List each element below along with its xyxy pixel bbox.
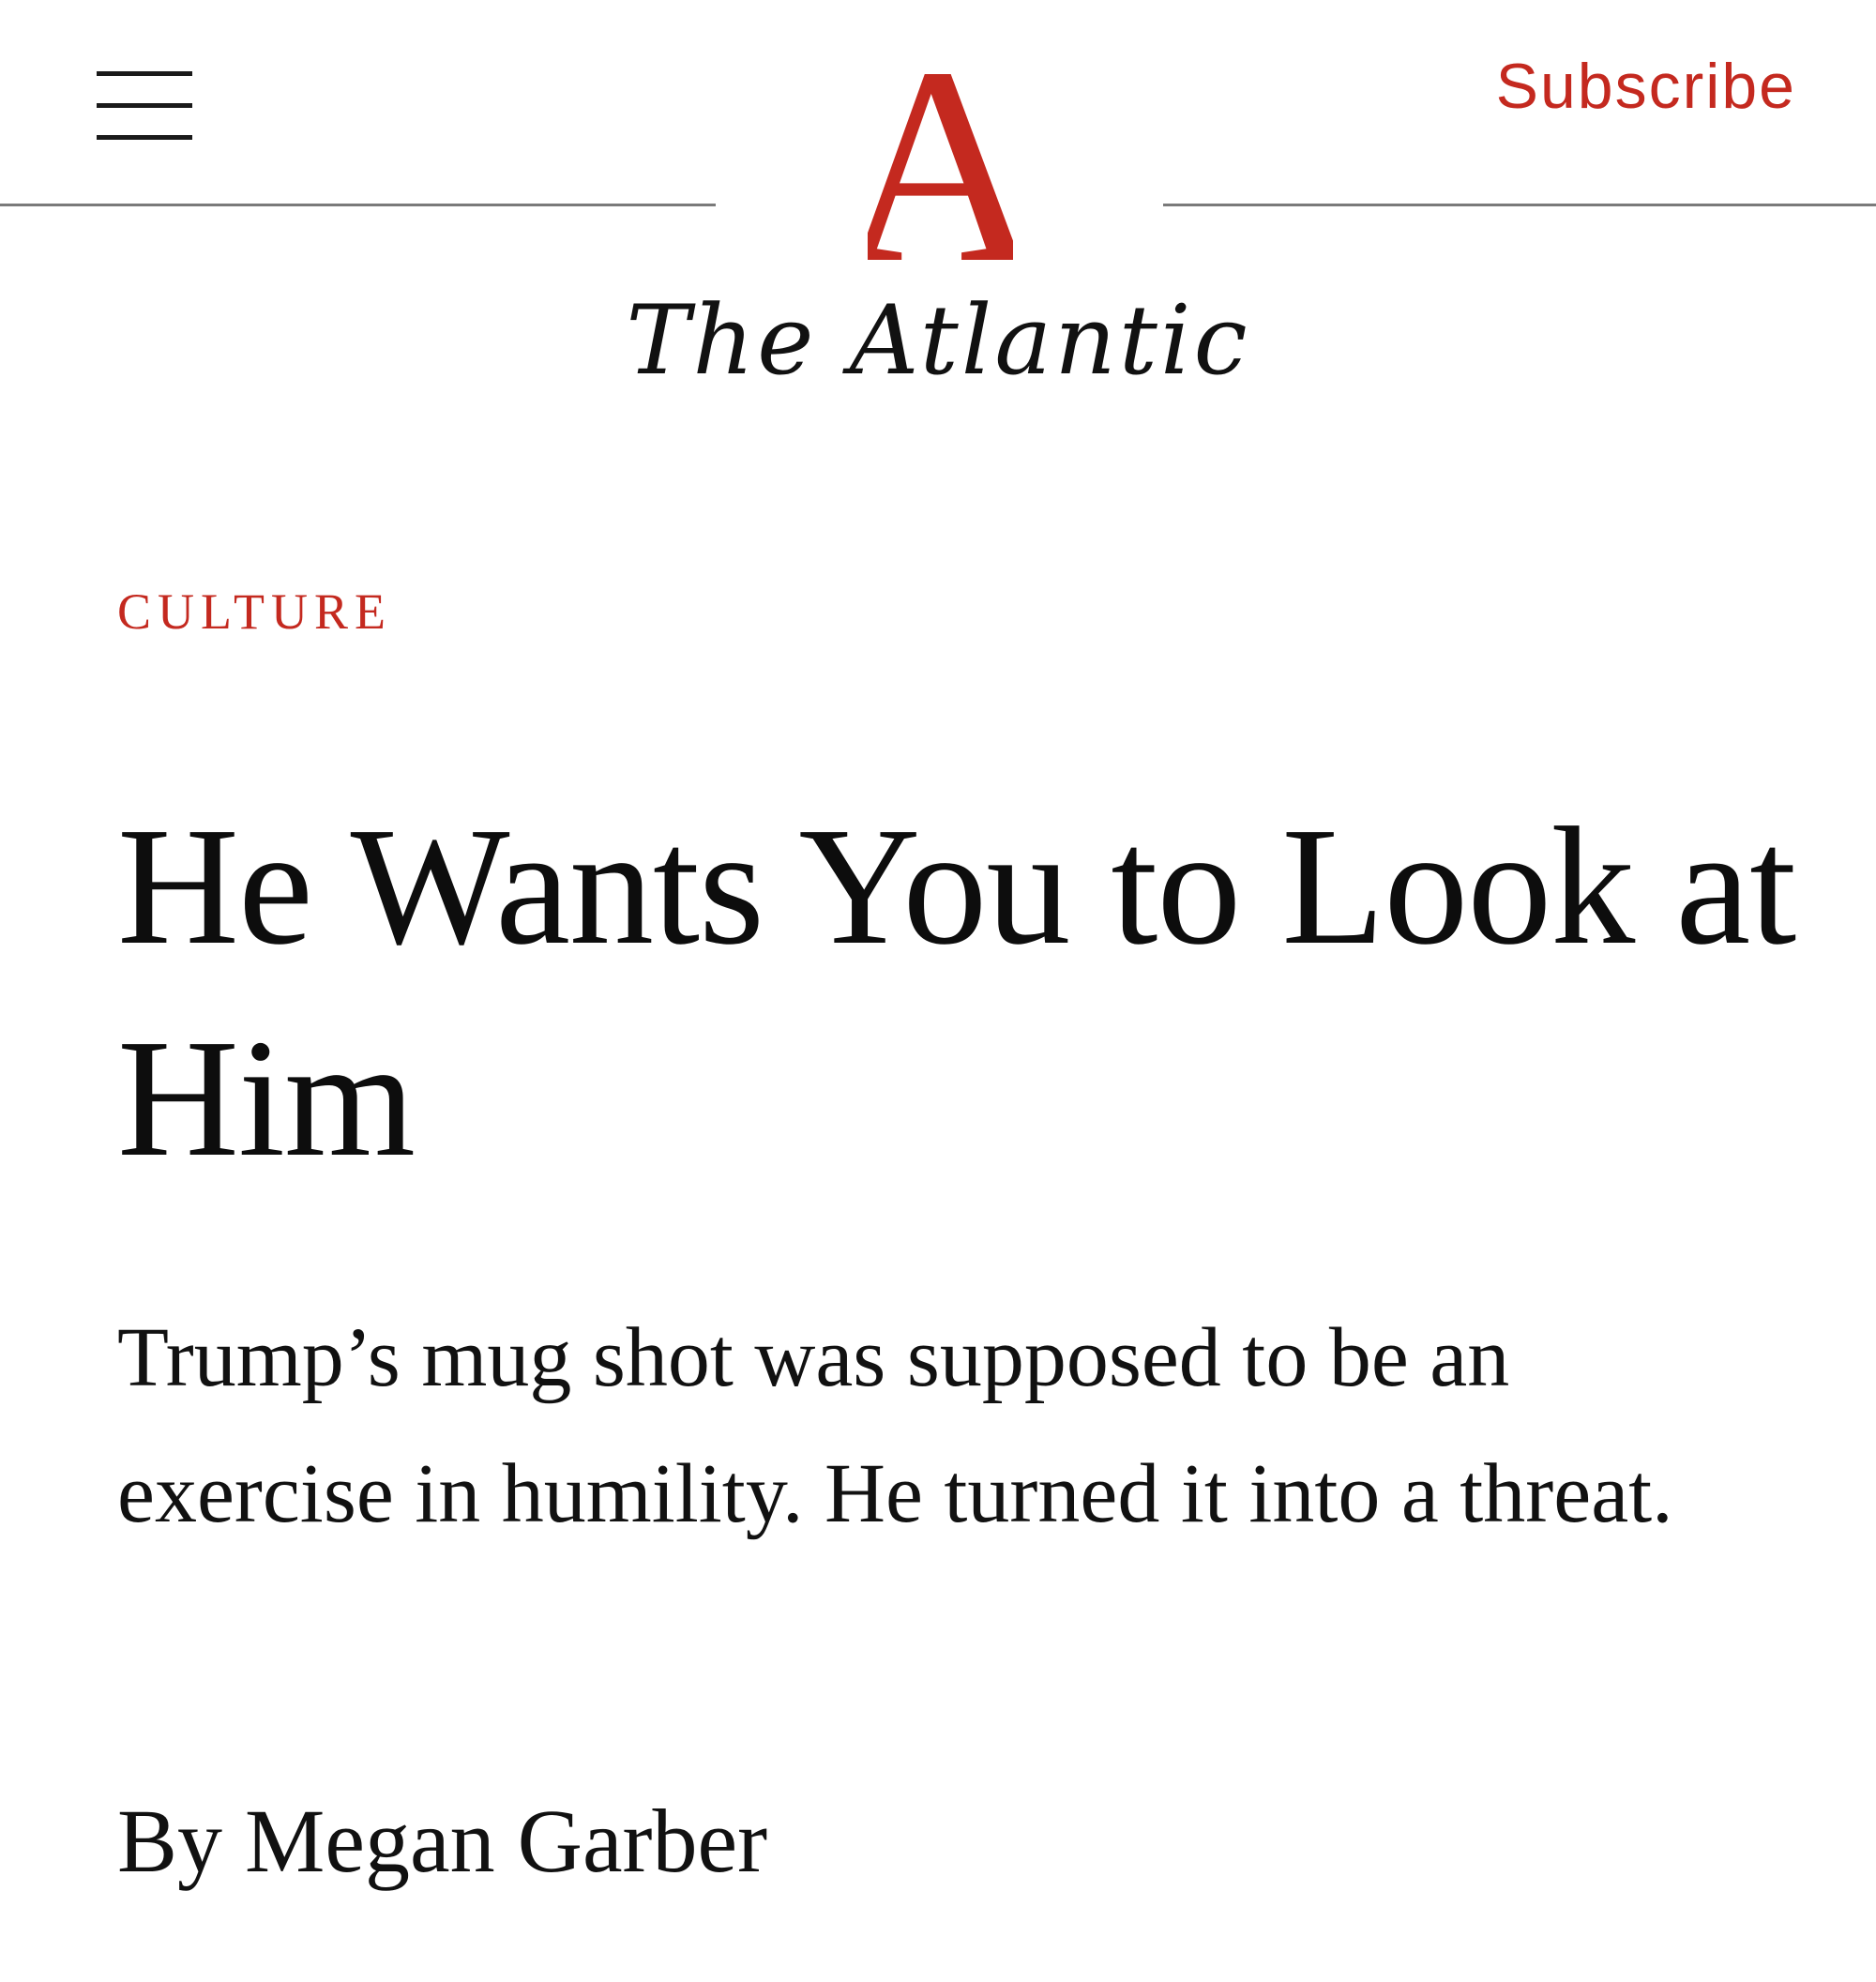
atlantic-a-logo[interactable]: A bbox=[868, 49, 1013, 269]
hamburger-menu-icon[interactable] bbox=[97, 68, 194, 146]
menu-bar-bottom bbox=[97, 135, 192, 140]
byline: By Megan Garber bbox=[117, 1787, 767, 1895]
article-dek: Trump’s mug shot was supposed to be an e… bbox=[117, 1311, 1673, 1540]
article-headline: He Wants You to Look at Him bbox=[117, 793, 1796, 1191]
author-link[interactable]: Megan Garber bbox=[245, 1791, 767, 1891]
header-rule-right bbox=[1163, 204, 1876, 206]
menu-bar-top bbox=[97, 71, 192, 76]
menu-bar-middle bbox=[97, 103, 192, 108]
logo-letter: A bbox=[868, 49, 1013, 269]
byline-prefix: By bbox=[117, 1791, 223, 1891]
masthead-wordmark[interactable]: The Atlantic bbox=[0, 288, 1876, 394]
section-label[interactable]: CULTURE bbox=[117, 582, 392, 643]
subscribe-link[interactable]: Subscribe bbox=[1496, 49, 1796, 126]
header-rule-left bbox=[0, 204, 716, 206]
